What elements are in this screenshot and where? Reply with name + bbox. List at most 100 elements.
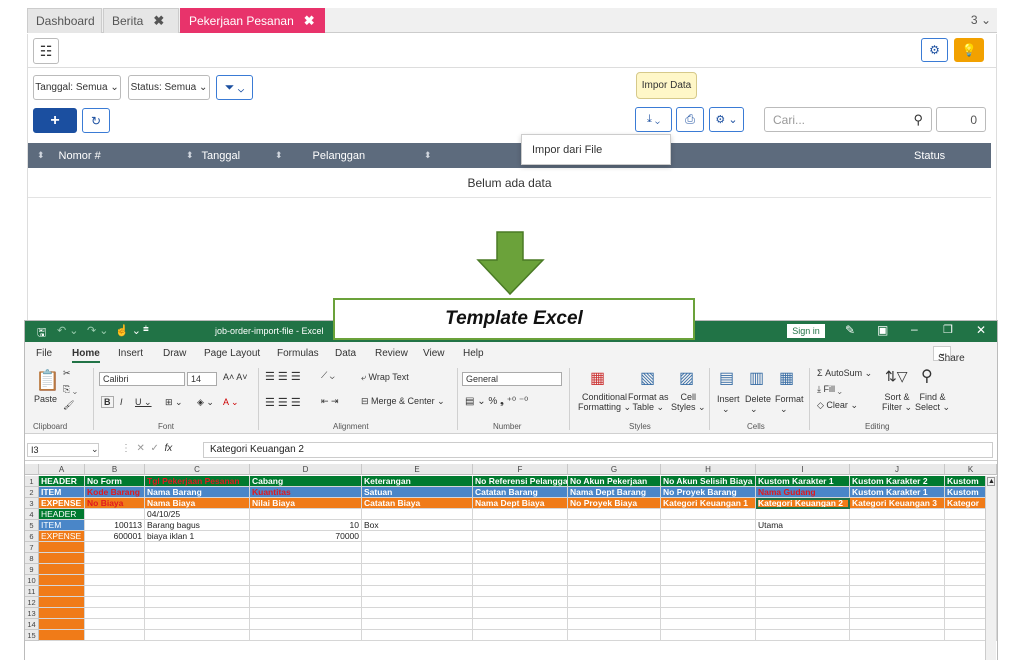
- add-button[interactable]: +: [33, 108, 77, 133]
- table-cell[interactable]: [661, 553, 756, 564]
- sort-filter-icon[interactable]: ⇅▽: [885, 368, 908, 385]
- table-cell[interactable]: [568, 619, 661, 630]
- col-tanggal[interactable]: ⬍ Tanggal: [186, 143, 240, 168]
- sign-in-button[interactable]: Sign in: [787, 324, 825, 338]
- table-cell[interactable]: [473, 553, 568, 564]
- format-painter-icon[interactable]: 🖌: [63, 400, 74, 411]
- table-cell[interactable]: [85, 575, 145, 586]
- column-header[interactable]: H: [661, 464, 756, 475]
- row-header[interactable]: 2: [25, 487, 39, 498]
- table-cell[interactable]: [756, 619, 850, 630]
- font-color-icon[interactable]: A ⌄: [223, 397, 239, 408]
- table-cell[interactable]: [473, 608, 568, 619]
- table-cell[interactable]: [145, 597, 250, 608]
- table-cell[interactable]: [756, 509, 850, 520]
- table-cell[interactable]: No Proyek Barang: [661, 487, 756, 498]
- font-grow-icon[interactable]: A˄ A˅: [223, 372, 248, 382]
- table-cell[interactable]: ITEM: [39, 520, 85, 531]
- table-cell[interactable]: [661, 586, 756, 597]
- table-cell[interactable]: Kode Barang: [85, 487, 145, 498]
- table-cell[interactable]: [250, 597, 362, 608]
- table-cell[interactable]: Kategori Keuangan 2: [756, 498, 850, 509]
- table-cell[interactable]: Kategori Keuangan 1: [661, 498, 756, 509]
- table-cell[interactable]: 10: [250, 520, 362, 531]
- pen-icon[interactable]: ✎: [845, 323, 855, 337]
- insert-cells-icon[interactable]: ▤: [719, 368, 734, 388]
- table-cell[interactable]: [362, 575, 473, 586]
- row-header[interactable]: 8: [25, 553, 39, 564]
- table-cell[interactable]: Utama: [756, 520, 850, 531]
- table-cell[interactable]: [473, 586, 568, 597]
- table-cell[interactable]: [39, 586, 85, 597]
- table-cell[interactable]: [473, 630, 568, 641]
- tab-count[interactable]: 3 ⌄: [971, 13, 991, 27]
- table-cell[interactable]: [756, 531, 850, 542]
- table-cell[interactable]: [362, 608, 473, 619]
- table-cell[interactable]: Barang bagus: [145, 520, 250, 531]
- insert-button[interactable]: Insert ⌄: [717, 394, 740, 415]
- delete-button[interactable]: Delete ⌄: [745, 394, 771, 415]
- table-cell[interactable]: [756, 553, 850, 564]
- filter-button[interactable]: ⏷ ⌄: [216, 75, 253, 100]
- table-cell[interactable]: Nilai Biaya: [250, 498, 362, 509]
- menu-help[interactable]: Help: [463, 348, 484, 359]
- table-cell[interactable]: [39, 608, 85, 619]
- ribbon-display-icon[interactable]: ▣: [877, 323, 888, 337]
- conditional-formatting-button[interactable]: Conditional Formatting ⌄: [578, 392, 631, 413]
- table-cell[interactable]: [850, 553, 945, 564]
- format-as-table-button[interactable]: Format as Table ⌄: [628, 392, 669, 413]
- font-size-box[interactable]: 14: [187, 372, 217, 386]
- table-cell[interactable]: [756, 586, 850, 597]
- menu-formulas[interactable]: Formulas: [277, 348, 319, 359]
- cell-styles-icon[interactable]: ▨: [679, 368, 694, 388]
- table-cell[interactable]: [850, 564, 945, 575]
- table-cell[interactable]: Keterangan: [362, 476, 473, 487]
- table-cell[interactable]: [362, 509, 473, 520]
- table-cell[interactable]: [568, 586, 661, 597]
- table-cell[interactable]: Nama Biaya: [145, 498, 250, 509]
- table-cell[interactable]: No Akun Pekerjaan: [568, 476, 661, 487]
- table-cell[interactable]: [85, 597, 145, 608]
- save-icon[interactable]: 🖫: [37, 324, 46, 343]
- table-cell[interactable]: biaya iklan 1: [145, 531, 250, 542]
- table-cell[interactable]: [85, 630, 145, 641]
- column-header[interactable]: F: [473, 464, 568, 475]
- table-cell[interactable]: 100113: [85, 520, 145, 531]
- table-cell[interactable]: No Akun Selisih Biaya: [661, 476, 756, 487]
- table-cell[interactable]: EXPENSE: [39, 531, 85, 542]
- menu-data[interactable]: Data: [335, 348, 356, 359]
- row-header[interactable]: 10: [25, 575, 39, 586]
- restore-icon[interactable]: ❐: [943, 323, 953, 336]
- table-cell[interactable]: [473, 542, 568, 553]
- row-header[interactable]: 1: [25, 476, 39, 487]
- format-cells-icon[interactable]: ▦: [779, 368, 794, 388]
- table-cell[interactable]: [39, 597, 85, 608]
- table-cell[interactable]: [756, 564, 850, 575]
- align-top-icon[interactable]: ☰ ☰ ☰: [265, 370, 301, 383]
- column-header[interactable]: J: [850, 464, 945, 475]
- table-cell[interactable]: [145, 564, 250, 575]
- wrap-text-button[interactable]: ⤶ Wrap Text: [361, 372, 409, 383]
- table-cell[interactable]: [362, 531, 473, 542]
- table-cell[interactable]: Kategori Keuangan 3: [850, 498, 945, 509]
- table-cell[interactable]: [850, 586, 945, 597]
- border-icon[interactable]: ⊞ ⌄: [165, 397, 183, 408]
- table-cell[interactable]: [473, 597, 568, 608]
- table-cell[interactable]: Catatan Biaya: [362, 498, 473, 509]
- table-cell[interactable]: [362, 553, 473, 564]
- table-cell[interactable]: [145, 542, 250, 553]
- formula-buttons-icon[interactable]: ⋮ ✕ ✓ fx: [121, 443, 172, 454]
- cut-icon[interactable]: ✂: [63, 368, 71, 379]
- table-cell[interactable]: [661, 509, 756, 520]
- table-cell[interactable]: [568, 575, 661, 586]
- table-cell[interactable]: Nama Barang: [145, 487, 250, 498]
- table-cell[interactable]: [568, 542, 661, 553]
- row-header[interactable]: 3: [25, 498, 39, 509]
- menu-file[interactable]: File: [36, 348, 52, 359]
- table-cell[interactable]: [756, 597, 850, 608]
- table-cell[interactable]: [39, 630, 85, 641]
- table-cell[interactable]: [85, 608, 145, 619]
- cell-styles-button[interactable]: Cell Styles ⌄: [671, 392, 706, 413]
- table-cell[interactable]: [661, 531, 756, 542]
- table-cell[interactable]: Kustom Karakter 1: [756, 476, 850, 487]
